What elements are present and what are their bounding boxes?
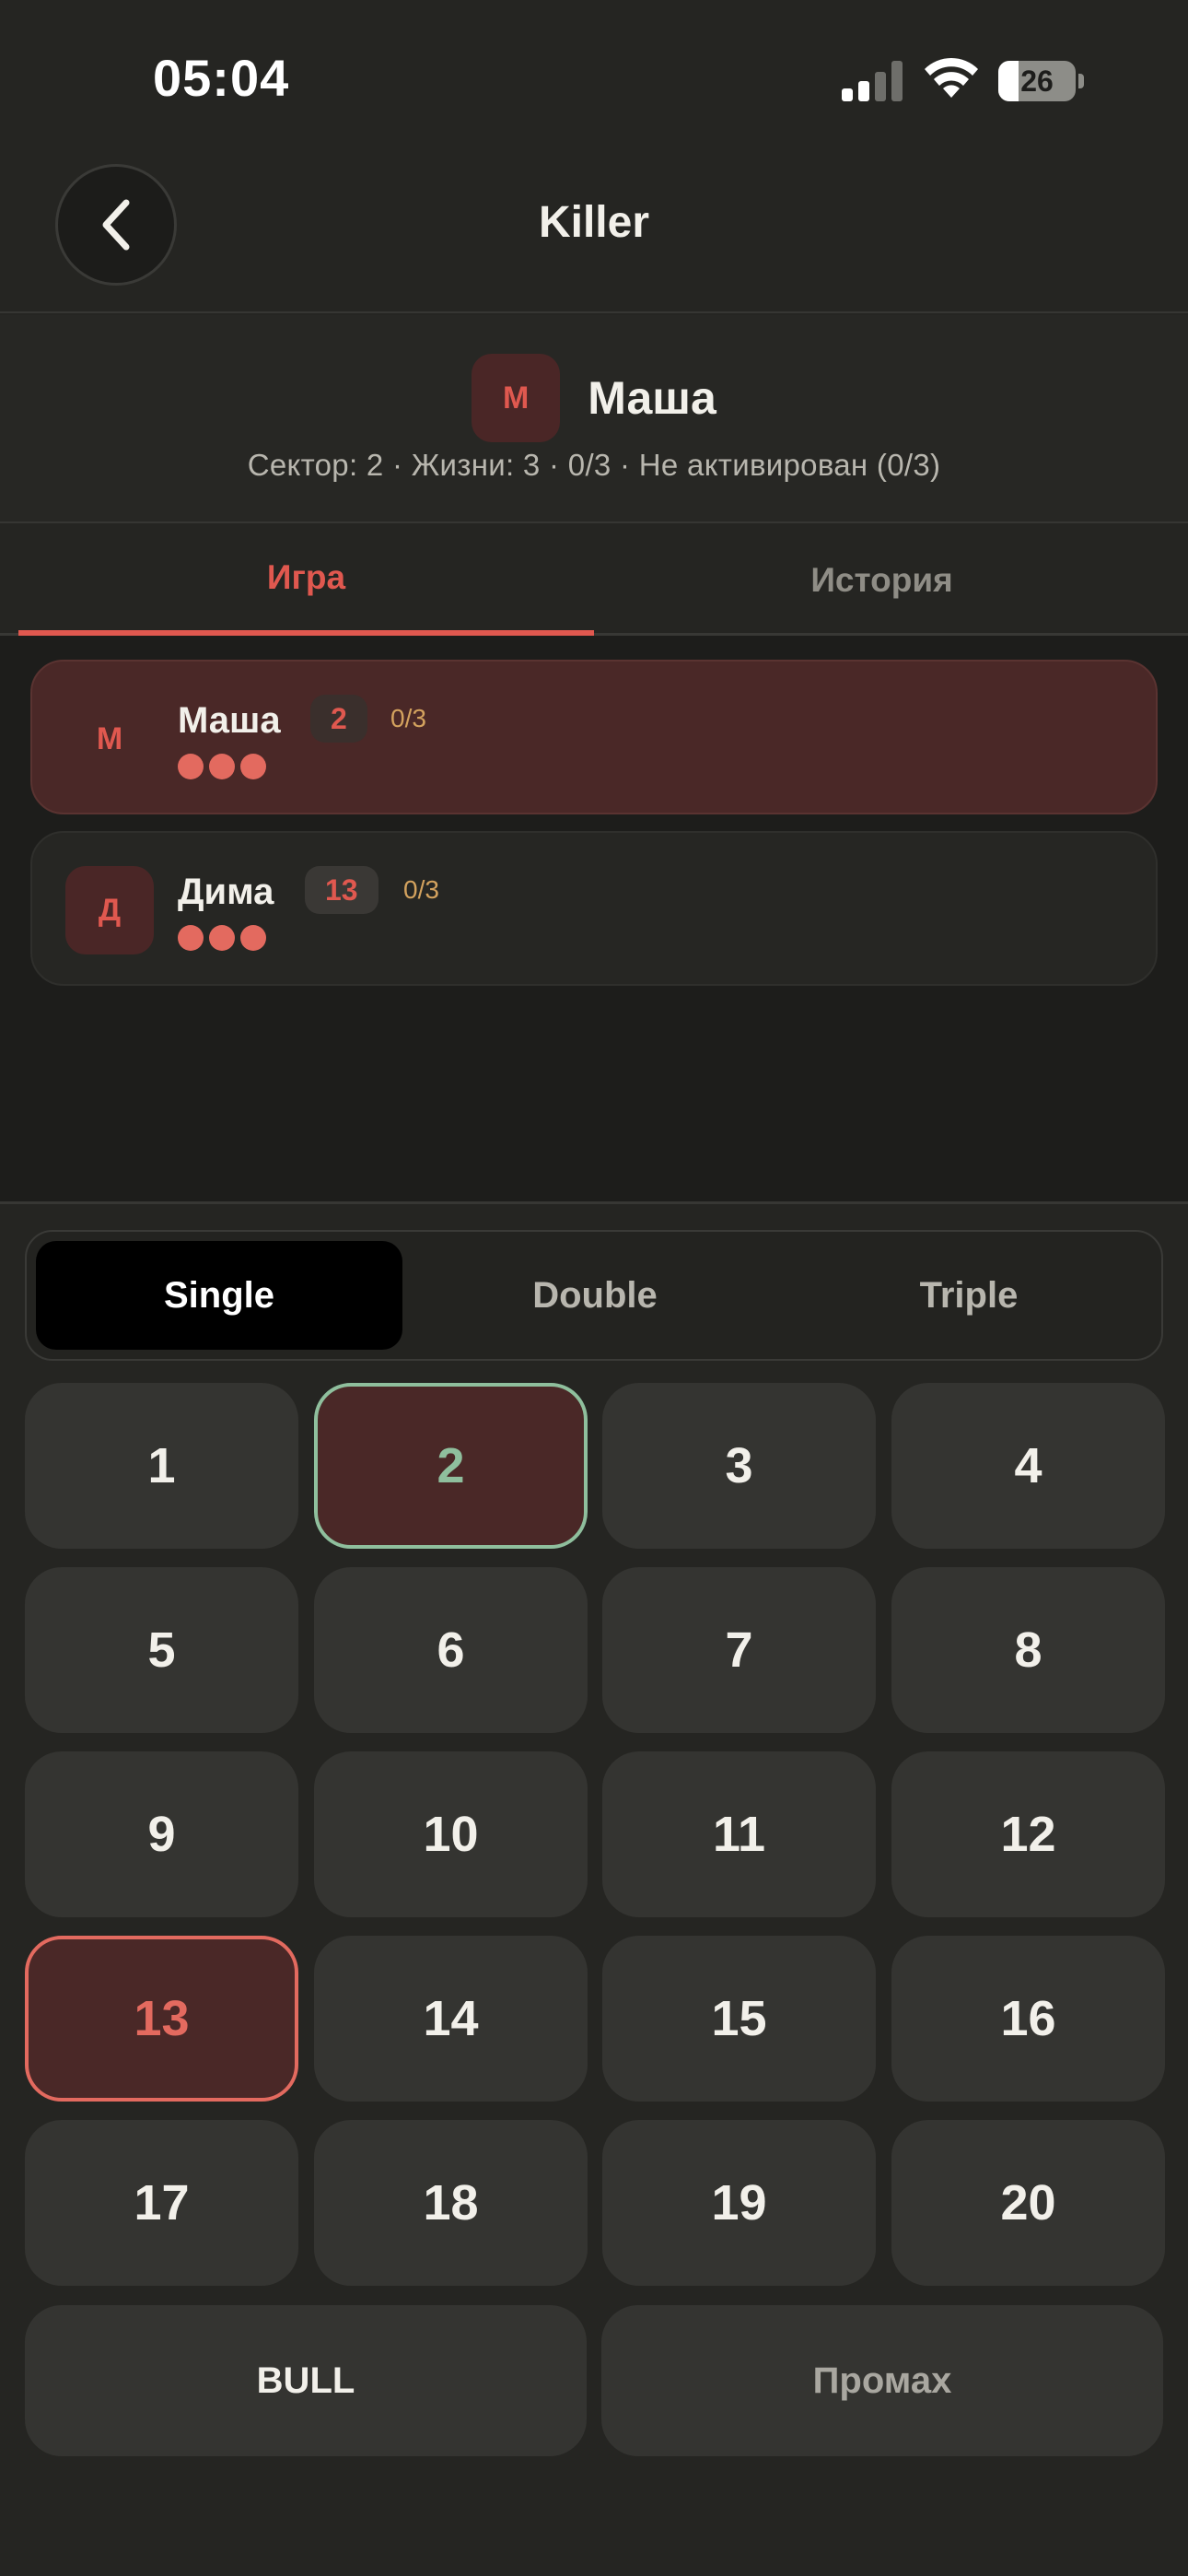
player-lives [178,925,266,951]
player-card-masha[interactable]: М Маша 2 0/3 [30,660,1158,814]
tab-game[interactable]: Игра [18,525,594,636]
number-key-17[interactable]: 17 [25,2120,298,2286]
current-player-name: Маша [588,372,716,424]
number-key-4[interactable]: 4 [891,1383,1165,1549]
number-key-18[interactable]: 18 [314,2120,588,2286]
number-key-15[interactable]: 15 [602,1936,876,2102]
multiplier-selector: Single Double Triple [25,1230,1163,1361]
battery-icon: 26 [998,61,1084,101]
life-dot [178,925,204,951]
number-key-11[interactable]: 11 [602,1751,876,1917]
player-lives [178,754,266,779]
score-keypad: Single Double Triple 1 2 3 4 5 6 7 8 9 10 11 12 13 14… [0,1201,1188,2576]
player-avatar: Д [65,866,154,954]
tab-history[interactable]: История [594,525,1170,636]
number-key-14[interactable]: 14 [314,1936,588,2102]
life-dot [178,754,204,779]
life-dot [240,754,266,779]
status-bar: 05:04 26 [0,0,1188,157]
number-key-9[interactable]: 9 [25,1751,298,1917]
number-key-19[interactable]: 19 [602,2120,876,2286]
status-time: 05:04 [153,49,290,107]
bull-button[interactable]: BULL [25,2305,587,2456]
player-name: Маша [178,700,281,741]
player-card-dima[interactable]: Д Дима 13 0/3 [30,831,1158,986]
battery-level: 26 [1020,64,1054,98]
number-key-3[interactable]: 3 [602,1383,876,1549]
current-player-avatar: М [472,354,561,442]
number-key-8[interactable]: 8 [891,1567,1165,1733]
killer-game-screen: 05:04 26 Killer М Маша Сектор: 2 · Жизни… [0,0,1188,2576]
number-key-7[interactable]: 7 [602,1567,876,1733]
player-avatar: М [96,720,123,756]
number-key-2[interactable]: 2 [314,1383,588,1549]
player-sector-badge: 2 [310,695,367,743]
number-key-16[interactable]: 16 [891,1936,1165,2102]
number-key-13[interactable]: 13 [25,1936,298,2102]
cellular-signal-icon [842,61,906,101]
wifi-icon [925,57,978,98]
number-key-12[interactable]: 12 [891,1751,1165,1917]
tab-bar: Игра История [0,525,1188,636]
miss-button[interactable]: Промах [601,2305,1163,2456]
player-hits: 0/3 [403,875,439,904]
current-player-header: М Маша Сектор: 2 · Жизни: 3 · 0/3 · Не а… [0,315,1188,523]
navigation-bar: Killer [0,157,1188,313]
player-name: Дима [178,872,274,912]
number-key-20[interactable]: 20 [891,2120,1165,2286]
life-dot [209,754,235,779]
page-title: Killer [538,198,650,247]
number-key-10[interactable]: 10 [314,1751,588,1917]
number-key-1[interactable]: 1 [25,1383,298,1549]
multiplier-triple[interactable]: Triple [786,1241,1152,1350]
multiplier-single[interactable]: Single [36,1241,402,1350]
life-dot [240,925,266,951]
number-key-5[interactable]: 5 [25,1567,298,1733]
current-player-info: Сектор: 2 · Жизни: 3 · 0/3 · Не активиро… [247,448,941,482]
life-dot [209,925,235,951]
player-list: М Маша 2 0/3 Д Дима 13 0/3 [0,636,1188,1201]
number-key-6[interactable]: 6 [314,1567,588,1733]
player-sector-badge: 13 [305,866,379,914]
player-hits: 0/3 [390,704,426,732]
multiplier-double[interactable]: Double [412,1241,778,1350]
